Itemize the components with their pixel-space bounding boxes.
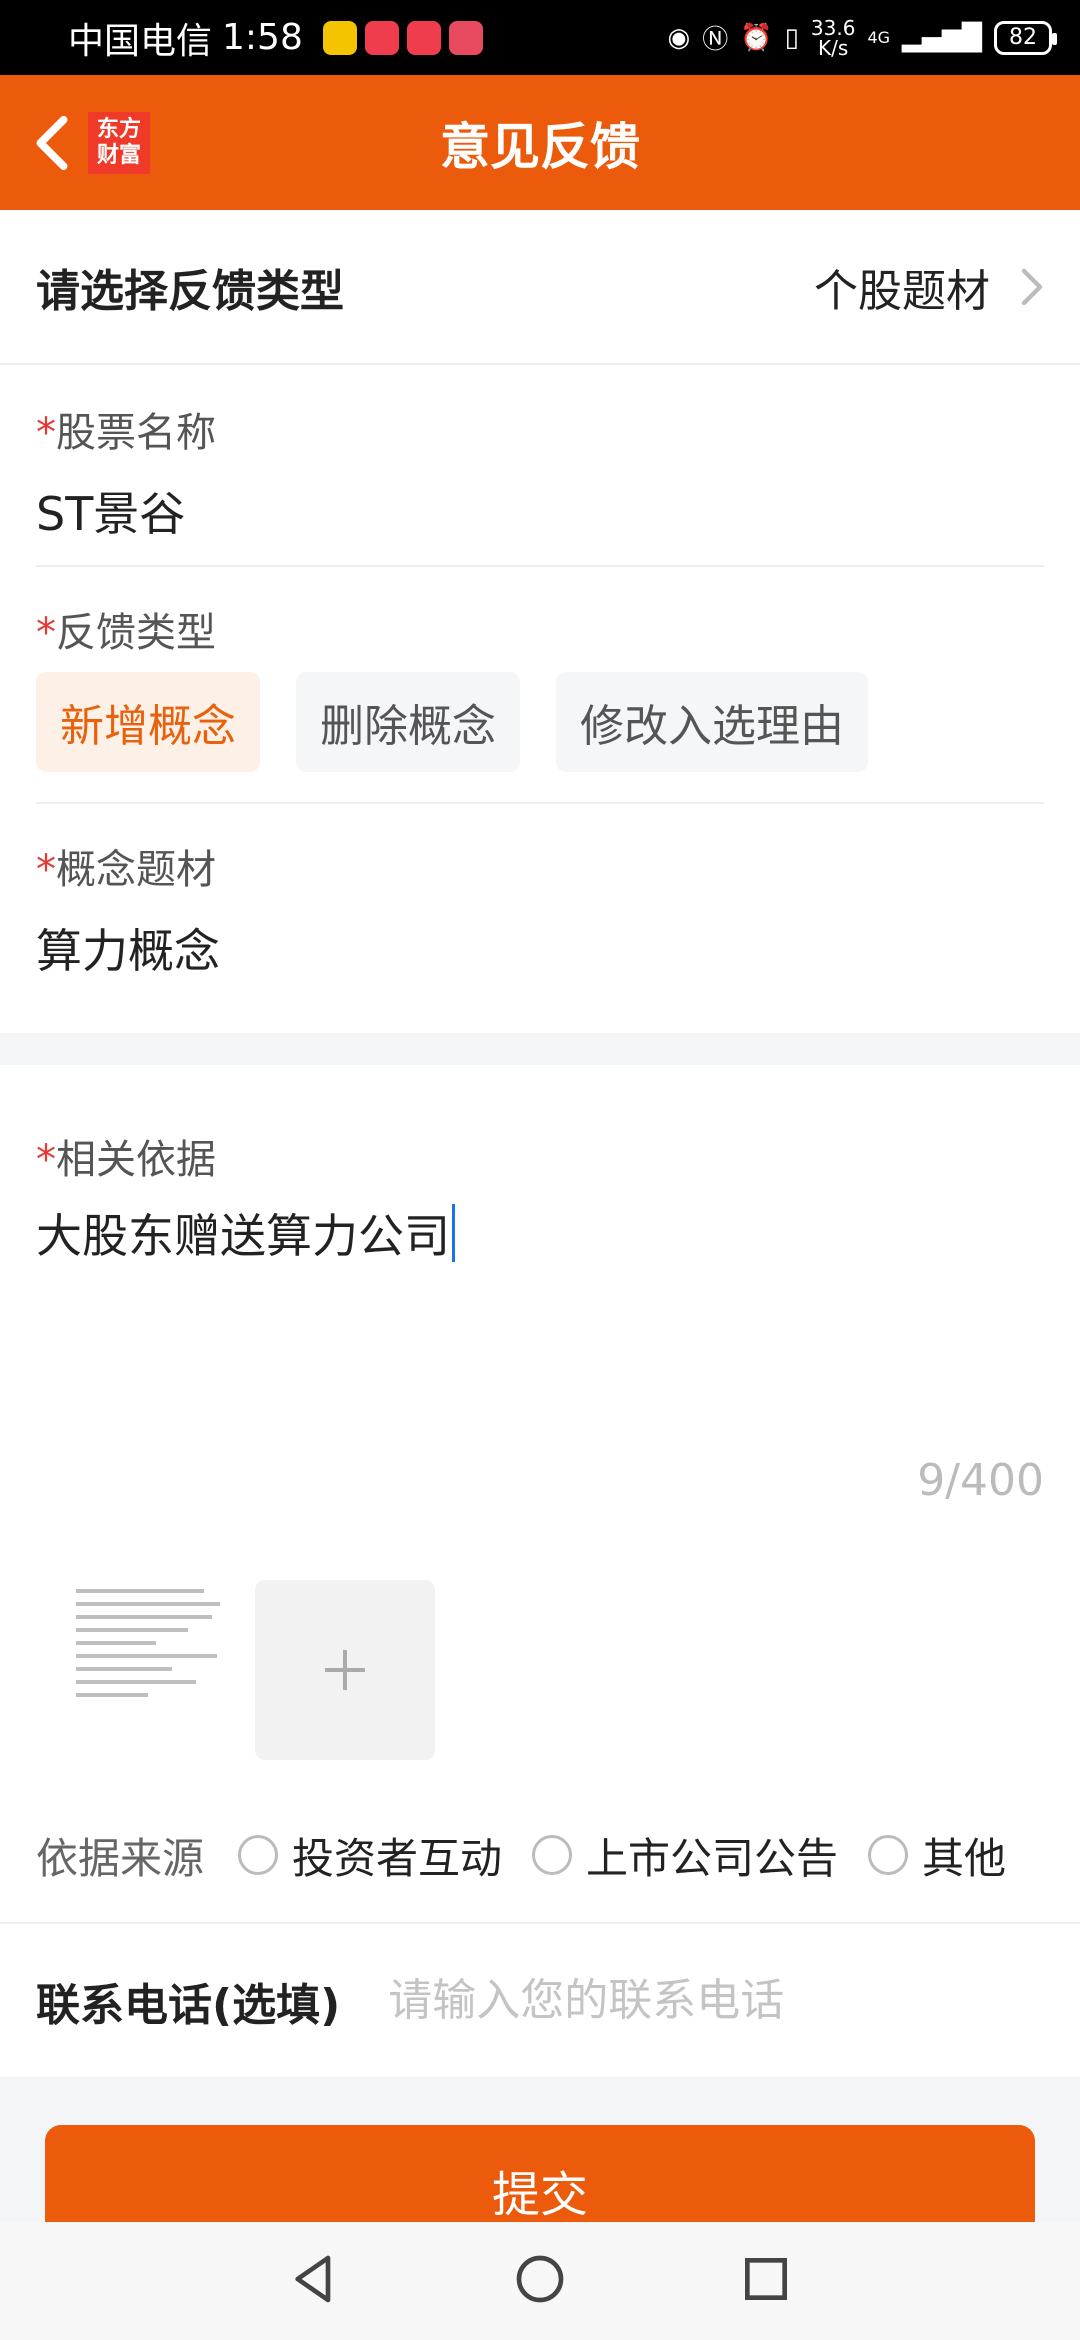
plus-icon — [325, 1650, 365, 1690]
concept-value[interactable]: 算力概念 — [36, 915, 220, 981]
contact-phone-input[interactable] — [388, 1975, 1029, 2026]
chevron-right-icon — [1021, 268, 1043, 305]
logo-text-line2: 财富 — [96, 143, 141, 168]
source-label: 依据来源 — [36, 1833, 205, 1883]
radio-circle-icon — [238, 1835, 279, 1875]
stock-name-label: *股票名称 — [36, 400, 216, 458]
radio-circle-icon — [532, 1835, 573, 1875]
contact-phone-row: 联系电话(选填) — [0, 1922, 1080, 2077]
chip-delete-concept[interactable]: 删除概念 — [296, 672, 520, 772]
radio-circle-icon — [868, 1835, 909, 1875]
square-recents-icon — [745, 2258, 787, 2300]
radio-label: 投资者互动 — [292, 1833, 503, 1883]
concept-label-text: 概念题材 — [56, 847, 216, 893]
page-title: 意见反馈 — [440, 117, 640, 176]
radio-label: 其他 — [922, 1833, 1007, 1883]
signal-icon: ▂▄▆█ — [902, 22, 982, 53]
text-cursor — [452, 1204, 455, 1262]
radio-other[interactable]: 其他 — [868, 1825, 1006, 1886]
add-image-button[interactable] — [255, 1580, 435, 1760]
nfc-icon: Ⓝ — [702, 25, 729, 55]
network-speed-unit: K/s — [818, 35, 849, 60]
divider — [36, 802, 1044, 804]
divider — [36, 565, 1044, 567]
section-separator — [0, 1033, 1080, 1065]
eye-icon: ◉ — [667, 22, 691, 53]
circle-home-icon — [516, 2255, 564, 2303]
network-speed-value: 33.6 — [810, 15, 856, 40]
concept-label: *概念题材 — [36, 837, 216, 895]
clock-text: 1:58 — [222, 17, 303, 58]
feedback-kind-label: *反馈类型 — [36, 600, 216, 658]
required-mark: * — [36, 847, 56, 893]
status-bar: 中国电信 1:58 ◉ Ⓝ ⏰ ▯ 33.6 K/s 4G ▂▄▆█ 82 — [0, 0, 1080, 75]
logo-text-line1: 东方 — [96, 117, 141, 142]
basis-text: 大股东赠送算力公司 — [36, 1209, 450, 1263]
carrier-text: 中国电信 — [68, 20, 213, 62]
notification-icons — [322, 20, 483, 55]
feedback-type-value: 个股题材 — [814, 265, 990, 317]
required-mark: * — [36, 410, 56, 456]
alarm-icon: ⏰ — [740, 22, 773, 53]
source-options: 依据来源 投资者互动 上市公司公告 其他 — [36, 1820, 1044, 1890]
basis-textarea[interactable]: 大股东赠送算力公司 — [36, 1200, 455, 1266]
chip-modify-reason[interactable]: 修改入选理由 — [556, 672, 868, 772]
app-header: 东方 财富 意见反馈 — [0, 75, 1080, 210]
feedback-type-label: 请选择反馈类型 — [36, 265, 344, 317]
chip-add-concept[interactable]: 新增概念 — [36, 672, 260, 772]
battery-icon: 82 — [994, 20, 1057, 55]
app-notification-icon — [448, 20, 483, 55]
feedback-type-selector[interactable]: 请选择反馈类型 个股题材 — [0, 210, 1080, 365]
battery-level: 82 — [1009, 25, 1037, 50]
brand-logo: 东方 财富 — [88, 112, 150, 174]
back-button[interactable] — [22, 113, 82, 173]
required-mark: * — [36, 610, 56, 656]
network-speed: 33.6 K/s — [811, 18, 856, 58]
basis-label: *相关依据 — [36, 1127, 216, 1185]
feedback-kind-label-text: 反馈类型 — [56, 610, 216, 656]
nav-back-button[interactable] — [286, 2251, 342, 2311]
nav-recents-button[interactable] — [738, 2251, 794, 2311]
stock-name-label-text: 股票名称 — [56, 410, 216, 456]
vibrate-icon: ▯ — [784, 22, 799, 53]
stock-name-value[interactable]: ST景谷 — [36, 478, 185, 544]
triangle-back-icon — [295, 2255, 331, 2303]
attachment-thumbnail[interactable] — [70, 1580, 230, 1760]
nav-home-button[interactable] — [512, 2251, 568, 2311]
app-notification-icon — [406, 20, 441, 55]
system-navigation-bar — [0, 2222, 1080, 2340]
contact-phone-label: 联系电话(选填) — [36, 1979, 341, 2031]
char-counter: 9/400 — [917, 1455, 1044, 1506]
radio-investor-interaction[interactable]: 投资者互动 — [238, 1825, 502, 1886]
feedback-kind-chips: 新增概念 删除概念 修改入选理由 — [36, 672, 868, 772]
required-mark: * — [36, 1137, 56, 1183]
chevron-left-icon — [36, 115, 68, 171]
app-notification-icon — [364, 20, 399, 55]
radio-label: 上市公司公告 — [586, 1833, 839, 1883]
basis-label-text: 相关依据 — [56, 1137, 216, 1183]
network-type: 4G — [867, 28, 891, 47]
radio-company-announcement[interactable]: 上市公司公告 — [532, 1825, 838, 1886]
weibo-icon — [322, 20, 357, 55]
